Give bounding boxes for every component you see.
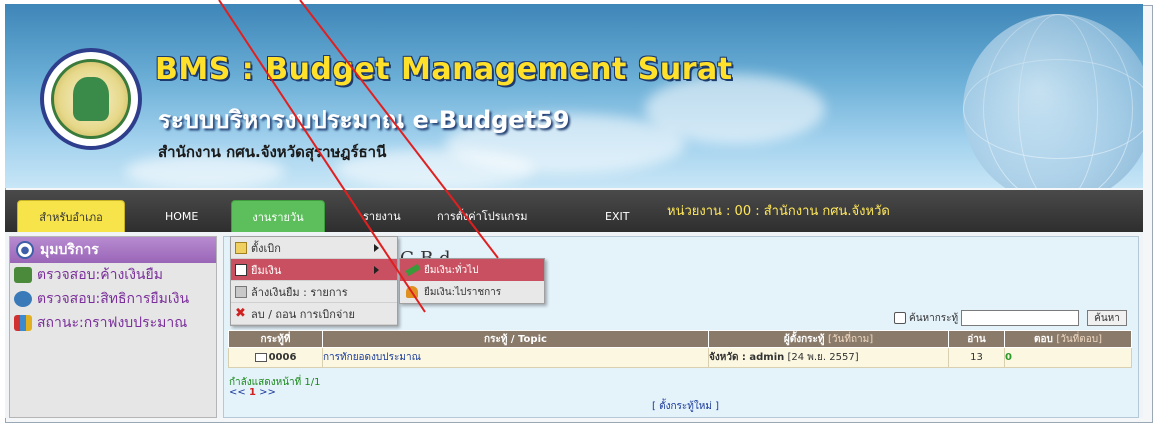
office-logo <box>40 48 142 150</box>
nav-report[interactable]: รายงาน <box>349 200 415 232</box>
unit-label: หน่วยงาน : 00 : สำนักงาน กศน.จังหวัด <box>667 204 890 219</box>
submenu-arrow-icon <box>374 243 379 252</box>
sidebar-title: มุมบริการ <box>40 242 99 258</box>
col-header-creator-sub: [วันที่ถาม] <box>828 333 874 345</box>
pager-next[interactable]: >> <box>259 387 276 398</box>
creator-date: [24 พ.ย. 2557] <box>787 352 859 363</box>
search-bar: ค้นหากระทู้ ค้นหา <box>894 310 1127 326</box>
borrow-submenu: ยืมเงิน:ทั่วไป ยืมเงิน:ไปราชการ <box>399 258 545 304</box>
cell-topic: การทักยอดงบประมาณ <box>322 347 709 368</box>
col-header-reply: ตอบ [วันที่ตอบ] <box>1004 330 1132 348</box>
menu-item-delete-withdraw[interactable]: ✖ ลบ / ถอน การเบิกจ่าย <box>231 303 397 325</box>
nav-exit[interactable]: EXIT <box>591 200 643 232</box>
cell-reply: 0 <box>1004 347 1132 368</box>
nav-district[interactable]: สำหรับอำเภอ <box>17 200 125 232</box>
sidebar-item-check-loan[interactable]: ตรวจสอบ:ค้างเงินยืม <box>10 263 216 287</box>
delete-x-icon: ✖ <box>235 305 246 321</box>
people-icon <box>14 291 32 307</box>
service-icon: ● <box>16 241 34 259</box>
globe-graphic <box>963 14 1143 188</box>
office-name: สำนักงาน กศน.จังหวัดสุราษฎร์ธานี <box>158 143 387 161</box>
new-topic-link[interactable]: [ ตั้งกระทู้ใหม่ ] <box>652 399 719 414</box>
money-bag-icon <box>14 267 32 283</box>
nav-home[interactable]: HOME <box>151 200 212 232</box>
submenu-item-general[interactable]: ยืมเงิน:ทั่วไป <box>400 259 544 281</box>
table-header-row: กระทู้ที่ กระทู้ / Topic ผู้ตั้งกระทู้ [… <box>228 330 1132 348</box>
daily-work-menu: ตั้งเบิก ยืมเงิน ล้างเงินยืม : รายการ ✖ … <box>230 236 398 326</box>
col-header-reply-sub: [วันที่ตอบ] <box>1056 333 1103 345</box>
service-sidebar: ● มุมบริการ ตรวจสอบ:ค้างเงินยืม ตรวจสอบ:… <box>9 236 217 418</box>
submenu-arrow-icon <box>374 265 379 274</box>
pencil-icon <box>405 263 421 277</box>
search-label: ค้นหากระทู้ <box>909 312 959 324</box>
topic-number: 0006 <box>268 352 297 363</box>
note-icon <box>235 241 247 254</box>
nav-settings[interactable]: การตั้งค่าโปรแกรม <box>423 200 542 232</box>
search-input[interactable] <box>961 310 1080 326</box>
menu-item-borrow[interactable]: ยืมเงิน <box>231 259 397 281</box>
menu-item-withdraw[interactable]: ตั้งเบิก <box>231 237 397 259</box>
table-row[interactable]: 0006 การทักยอดงบประมาณ จังหวัด : admin [… <box>228 347 1132 368</box>
cell-creator: จังหวัด : admin [24 พ.ย. 2557] <box>708 347 949 368</box>
money-icon <box>406 286 418 298</box>
menu-item-label: ตั้งเบิก <box>251 241 281 255</box>
menu-item-label: ล้างเงินยืม : รายการ <box>251 285 348 299</box>
app-subtitle: ระบบบริหารงบประมาณ e-Budget59 <box>158 106 570 134</box>
submenu-item-label: ยืมเงิน:ทั่วไป <box>424 264 479 276</box>
document-icon <box>235 263 247 276</box>
col-header-creator-label: ผู้ตั้งกระทู้ <box>783 333 825 345</box>
col-header-topic: กระทู้ / Topic <box>322 330 709 348</box>
col-header-no: กระทู้ที่ <box>228 330 323 348</box>
cell-no: 0006 <box>228 347 323 368</box>
submenu-item-label: ยืมเงิน:ไปราชการ <box>424 286 502 298</box>
menu-item-clear-loan[interactable]: ล้างเงินยืม : รายการ <box>231 281 397 303</box>
sidebar-item-check-rights[interactable]: ตรวจสอบ:สิทธิการยืมเงิน <box>10 287 216 311</box>
sidebar-item-budget-graph[interactable]: สถานะ:กราฟงบประมาณ <box>10 311 216 335</box>
menu-item-label: ยืมเงิน <box>251 263 282 277</box>
main-navbar: สำหรับอำเภอ HOME งานรายวัน รายงาน การตั้… <box>5 190 1143 232</box>
menu-item-label: ลบ / ถอน การเบิกจ่าย <box>251 307 355 321</box>
envelope-icon <box>254 352 267 362</box>
topic-table: กระทู้ที่ กระทู้ / Topic ผู้ตั้งกระทู้ [… <box>228 330 1132 368</box>
sidebar-item-label: ตรวจสอบ:ค้างเงินยืม <box>37 267 163 283</box>
pager-prev[interactable]: << <box>229 387 246 398</box>
search-icon <box>894 312 906 324</box>
pager: << 1 >> <box>229 387 276 398</box>
sidebar-item-label: ตรวจสอบ:สิทธิการยืมเงิน <box>37 291 190 307</box>
submenu-item-official-trip[interactable]: ยืมเงิน:ไปราชการ <box>400 281 544 303</box>
app-title: BMS : Budget Management Surat <box>155 52 733 87</box>
cell-read: 13 <box>948 347 1005 368</box>
nav-daily-work[interactable]: งานรายวัน <box>231 200 325 232</box>
pager-current[interactable]: 1 <box>249 387 256 398</box>
search-button[interactable]: ค้นหา <box>1087 310 1127 326</box>
chart-icon <box>14 315 32 331</box>
col-header-read: อ่าน <box>948 330 1005 348</box>
sidebar-item-label: สถานะ:กราฟงบประมาณ <box>37 315 188 331</box>
col-header-creator: ผู้ตั้งกระทู้ [วันที่ถาม] <box>708 330 949 348</box>
reply-count: 0 <box>1005 352 1012 363</box>
creator-name: จังหวัด : admin <box>709 352 785 363</box>
topic-link[interactable]: การทักยอดงบประมาณ <box>323 352 421 363</box>
sidebar-header: ● มุมบริการ <box>10 237 216 263</box>
col-header-reply-label: ตอบ <box>1033 333 1053 345</box>
calculator-icon <box>235 285 247 298</box>
